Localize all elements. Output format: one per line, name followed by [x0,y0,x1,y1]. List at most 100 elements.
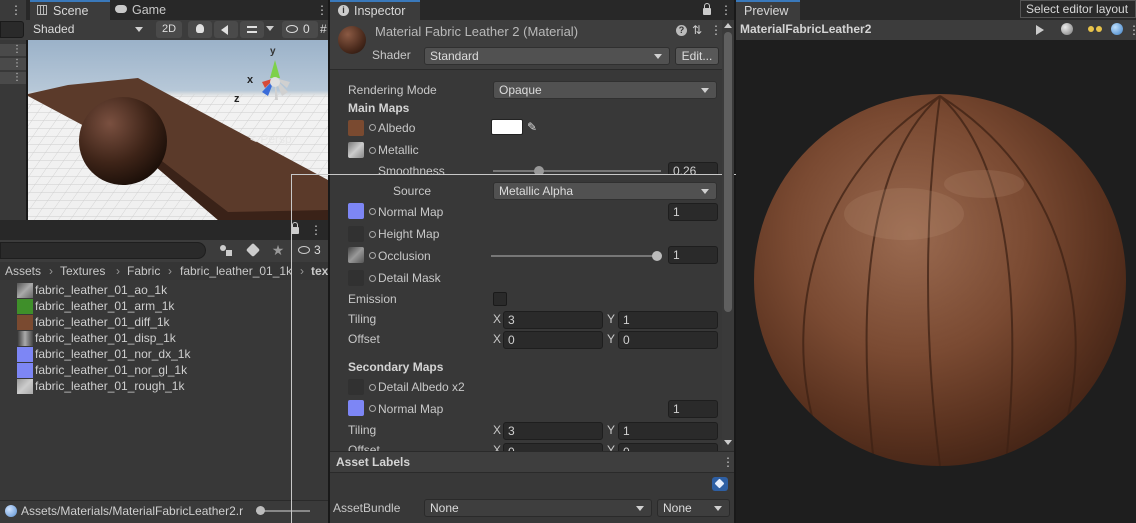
strip-menu-icon[interactable]: ⋮ [0,44,26,56]
secondary-offset-y-field[interactable]: 0 [618,443,718,451]
left-strip-menu-icon[interactable]: ⋮ [0,0,26,20]
preview-mesh-sphere-icon[interactable] [1061,23,1073,35]
effects-dropdown-arrow[interactable] [266,26,274,31]
secondary-offset-x-field[interactable]: 0 [503,443,603,451]
albedo-object-picker-icon[interactable] [369,124,376,131]
breadcrumb-item[interactable]: Fabric [127,262,160,280]
detail-mask-texture-slot[interactable] [348,270,364,286]
tab-inspector[interactable]: i Inspector [330,0,420,20]
secondary-normal-map-label: Normal Map [378,402,444,416]
normal-map-object-picker-icon[interactable] [369,208,376,215]
breadcrumb-item[interactable]: Textures [60,262,105,280]
detail-albedo-texture-slot[interactable] [348,379,364,395]
tab-scene[interactable]: Scene [30,0,110,20]
rendering-mode-dropdown[interactable]: Opaque [493,81,717,99]
tiling-y-field[interactable]: 1 [618,311,718,329]
smoothness-slider-track[interactable] [493,170,661,172]
occlusion-slider-thumb[interactable] [652,251,662,261]
main-maps-heading: Main Maps [348,101,410,115]
icon-size-slider-thumb[interactable] [256,506,265,515]
file-name: fabric_leather_01_arm_1k [35,299,175,313]
project-search-field[interactable] [0,242,206,259]
context-menu-icon[interactable]: ⋮ [710,22,722,38]
scroll-down-arrow-icon[interactable] [724,440,732,445]
preview-menu-icon[interactable]: ⋮ [1128,20,1136,40]
occlusion-value-field[interactable]: 1 [668,246,718,264]
inspector-scrollbar-thumb[interactable] [724,32,732,312]
breadcrumb-item[interactable]: Assets [5,262,41,280]
eyedropper-icon[interactable]: ✎ [527,120,539,134]
secondary-normal-map-object-picker-icon[interactable] [369,405,376,412]
persp-toggle[interactable]: < Persp [250,132,292,146]
breadcrumb-item[interactable]: tex [311,262,328,280]
project-menu-icon[interactable]: ⋮ [310,220,322,240]
secondary-tiling-y-field[interactable]: 1 [618,422,718,440]
add-label-button[interactable] [712,477,728,491]
secondary-tiling-x-field[interactable]: 3 [503,422,603,440]
tab-preview-label: Preview [744,4,789,18]
asset-bundle-variant-dropdown[interactable]: None [657,499,730,517]
metallic-texture-slot[interactable] [348,142,364,158]
emission-checkbox[interactable] [493,292,507,306]
search-by-type-button[interactable] [214,242,238,259]
edit-shader-button[interactable]: Edit... [675,47,719,65]
tab-preview[interactable]: Preview [736,0,800,20]
tiling-x-label: X [493,312,502,326]
presets-icon[interactable]: ⇅ [692,22,704,38]
source-value: Metallic Alpha [499,184,574,198]
albedo-color-field[interactable] [491,119,523,135]
inspector-lock-icon[interactable] [702,2,712,16]
hidden-objects-toggle[interactable]: 0 [282,21,318,38]
secondary-normal-map-scale-field[interactable]: 1 [668,400,718,418]
offset-x-field[interactable]: 0 [503,331,603,349]
grid-icon [37,5,47,15]
inspector-menu-icon[interactable]: ⋮ [720,0,732,20]
albedo-texture-slot[interactable] [348,120,364,136]
secondary-normal-map-texture-slot[interactable] [348,400,364,416]
audio-toggle[interactable] [214,21,238,38]
shading-mode-dropdown[interactable]: Shaded [28,21,150,38]
file-name: fabric_leather_01_nor_gl_1k [35,363,188,377]
scene-viewport[interactable]: y x z < Persp [28,40,328,220]
favorites-button[interactable]: ★ [268,240,288,260]
occlusion-object-picker-icon[interactable] [369,252,376,259]
scene-panel-menu-icon[interactable]: ⋮ [316,0,328,20]
scroll-up-arrow-icon[interactable] [724,23,732,28]
tab-inspector-label: Inspector [354,4,406,18]
offset-y-field[interactable]: 0 [618,331,718,349]
detail-albedo-object-picker-icon[interactable] [369,384,376,391]
hidden-packages-toggle[interactable]: 3 [296,242,328,259]
left-strip-field[interactable] [0,21,24,38]
tiling-x-field[interactable]: 3 [503,311,603,329]
effects-toggle[interactable] [240,21,264,38]
preview-lighting-icon[interactable] [1088,22,1104,36]
asset-bundle-dropdown[interactable]: None [424,499,652,517]
normal-map-texture-slot[interactable] [348,203,364,219]
material-asset-icon [5,505,17,517]
occlusion-slider-track[interactable] [491,255,659,257]
source-dropdown[interactable]: Metallic Alpha [493,182,717,200]
height-map-object-picker-icon[interactable] [369,231,376,238]
search-by-label-button[interactable] [242,242,266,259]
strip-menu-icon[interactable]: ⋮ [0,72,26,84]
detail-mask-object-picker-icon[interactable] [369,275,376,282]
speaker-icon [221,25,228,35]
help-icon[interactable]: ? [676,25,687,36]
orientation-gizmo[interactable]: y x z [234,46,310,118]
shader-dropdown[interactable]: Standard [424,47,670,65]
metallic-object-picker-icon[interactable] [369,147,376,154]
preview-background-icon[interactable] [1111,23,1123,35]
strip-menu-icon[interactable]: ⋮ [0,58,26,70]
material-preview-sphere[interactable] [754,94,1126,466]
lighting-toggle[interactable] [188,21,212,38]
leather-seams [802,95,1077,466]
height-map-texture-slot[interactable] [348,226,364,242]
tab-game[interactable]: Game [112,0,176,20]
normal-map-scale-field[interactable]: 1 [668,203,718,221]
play-icon[interactable] [1036,25,1044,35]
asset-labels-menu-icon[interactable]: ⋮ [722,452,734,472]
grid-toggle-icon[interactable]: # [320,21,328,38]
occlusion-texture-slot[interactable] [348,247,364,263]
breadcrumb-item[interactable]: fabric_leather_01_1k [180,262,292,280]
toggle-2d-button[interactable]: 2D [156,21,182,38]
